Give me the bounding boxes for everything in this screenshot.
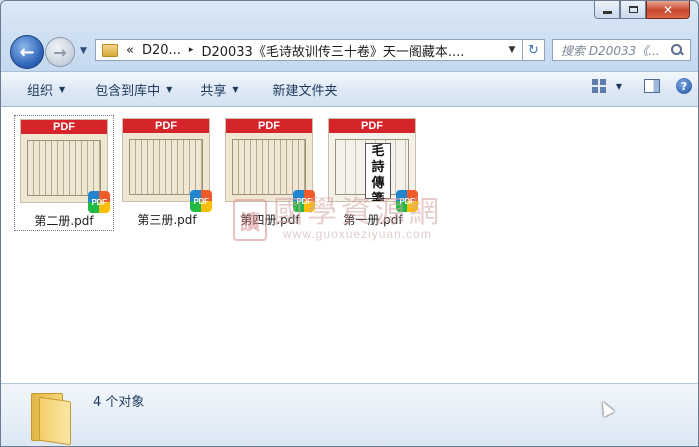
breadcrumb-overflow[interactable]: « [126, 43, 134, 58]
back-arrow-icon: ← [19, 41, 35, 63]
search-input[interactable]: 搜索 D20033《... [561, 42, 671, 59]
pdf-app-icon: PDF [88, 191, 110, 213]
minimize-button[interactable] [594, 1, 620, 19]
pdf-band-label: PDF [21, 120, 107, 134]
share-label: 共享 [200, 83, 227, 99]
search-box[interactable]: 搜索 D20033《... [552, 39, 691, 61]
watermark-url: www.guoxueziyuan.com [283, 227, 432, 241]
breadcrumb-item-parent[interactable]: D20... [142, 43, 181, 58]
file-list[interactable]: PDF PDF 第二册.pdf PDF PDF 第三册.pdf PDF PDF … [1, 107, 698, 383]
close-button[interactable]: ✕ [646, 1, 690, 19]
chevron-down-icon: ▼ [166, 84, 173, 94]
help-icon[interactable]: ? [676, 78, 692, 94]
pdf-band-label: PDF [329, 119, 415, 133]
page-scan-image [27, 140, 101, 196]
details-pane: 4 个对象 [1, 383, 698, 446]
watermark-seal: 讀 [233, 199, 267, 241]
file-item[interactable]: PDF PDF 第三册.pdf [117, 115, 217, 231]
chevron-down-icon[interactable]: ▼ [616, 82, 622, 91]
pdf-band-label: PDF [123, 119, 209, 133]
refresh-icon: ↻ [528, 42, 539, 58]
pdf-band-label: PDF [226, 119, 312, 133]
include-in-library-label: 包含到库中 [95, 83, 161, 99]
watermark: 讀 國學資源網 www.guoxueziyuan.com [233, 193, 473, 253]
new-folder-label: 新建文件夹 [272, 83, 338, 99]
organize-label: 组织 [27, 83, 54, 99]
command-bar: 组织 ▼ 包含到库中 ▼ 共享 ▼ 新建文件夹 ▼ ? [1, 71, 698, 107]
maximize-button[interactable] [620, 1, 646, 19]
address-bar[interactable]: « D20... ▸ D20033《毛诗故训传三十卷》天一阁藏本.... ▼ [95, 39, 545, 61]
mouse-cursor-icon [597, 399, 615, 417]
watermark-title: 國學資源網 [273, 195, 443, 230]
page-scan-image [129, 139, 203, 195]
breadcrumb-separator-icon[interactable]: ▸ [189, 45, 194, 55]
file-name[interactable]: 第二册.pdf [15, 212, 113, 229]
folder-icon [102, 43, 118, 57]
close-icon: ✕ [662, 2, 674, 17]
search-icon[interactable] [671, 44, 683, 56]
pdf-app-icon: PDF [190, 190, 212, 212]
explorer-window: ✕ ← → ▼ « D20... ▸ D20033《毛诗故训传三十卷》天一阁藏本… [0, 0, 699, 447]
file-name[interactable]: 第三册.pdf [117, 211, 217, 228]
item-count: 4 个对象 [93, 395, 145, 410]
recent-pages-dropdown[interactable]: ▼ [80, 46, 87, 56]
caption-buttons: ✕ [594, 1, 690, 19]
change-view-icon[interactable] [591, 79, 606, 93]
chevron-down-icon: ▼ [232, 84, 239, 94]
address-dropdown-icon[interactable]: ▼ [504, 40, 520, 60]
minimize-icon [602, 11, 612, 14]
include-in-library-menu[interactable]: 包含到库中 ▼ [83, 80, 184, 99]
chevron-down-icon: ▼ [59, 84, 66, 94]
view-controls: ▼ ? [591, 78, 692, 94]
file-item[interactable]: PDF PDF 第二册.pdf [14, 115, 114, 231]
new-folder-button[interactable]: 新建文件夹 [261, 80, 350, 99]
share-menu[interactable]: 共享 ▼ [188, 80, 250, 99]
folder-icon [31, 389, 71, 446]
refresh-button[interactable]: ↻ [522, 39, 545, 61]
maximize-icon [628, 6, 638, 13]
organize-menu[interactable]: 组织 ▼ [15, 80, 77, 99]
breadcrumb-item-current[interactable]: D20033《毛诗故训传三十卷》天一阁藏本.... [201, 41, 464, 60]
forward-arrow-icon: → [53, 42, 67, 62]
back-button[interactable]: ← [10, 35, 44, 69]
preview-pane-icon[interactable] [644, 79, 660, 93]
forward-button[interactable]: → [45, 37, 75, 67]
